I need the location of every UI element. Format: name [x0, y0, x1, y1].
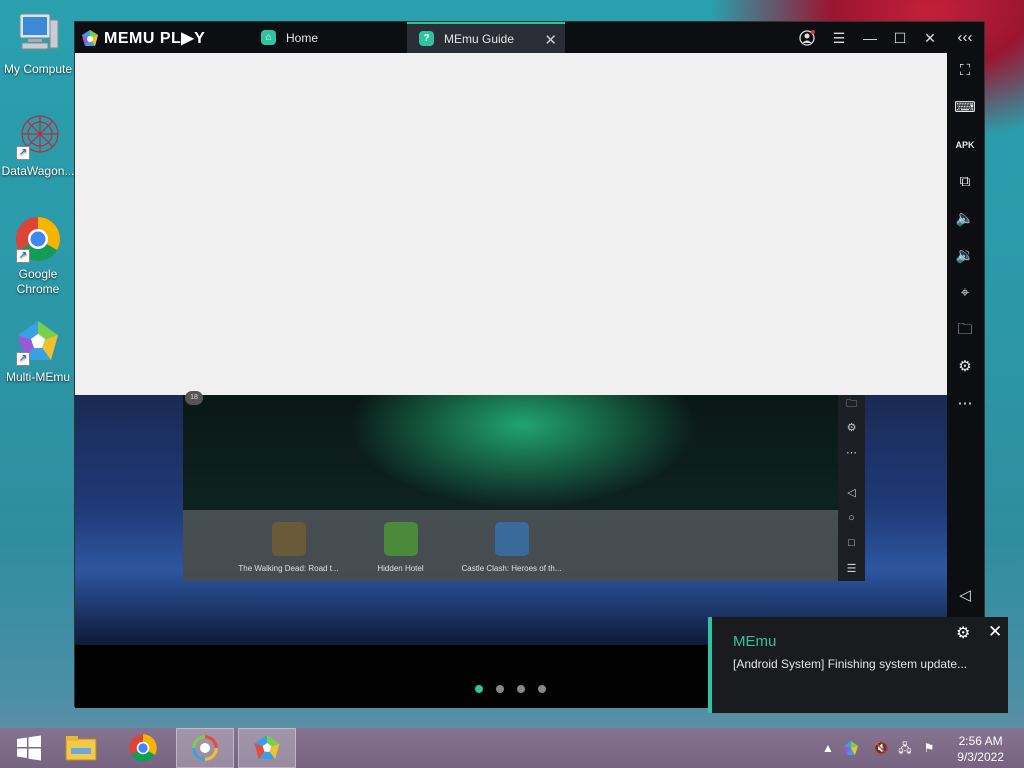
maximize-icon[interactable]: ☐	[890, 28, 910, 48]
notification-close-icon[interactable]: ✕	[988, 622, 1002, 642]
tab-home[interactable]: ⌂ Home	[249, 22, 407, 53]
tab-label: Home	[286, 30, 319, 45]
dock-app[interactable]: The Walking Dead: Road t...	[231, 522, 346, 573]
page-dot[interactable]	[496, 685, 504, 693]
castle-clash-icon	[494, 522, 529, 556]
minimize-icon[interactable]: —	[860, 28, 880, 48]
desktop-icon-label: Google Chrome	[16, 267, 60, 296]
nested-emulator-screen: 18 The Walking Dead: Road t... Hidden Ho…	[183, 391, 865, 581]
memu-logo[interactable]: MEMU PL▶Y	[81, 28, 205, 48]
menu-icon[interactable]: ☰	[829, 28, 849, 48]
notification-toast[interactable]: MEmu [Android System] Finishing system u…	[708, 617, 1008, 713]
memu-icon[interactable]	[238, 728, 296, 768]
desktop-icon-my-computer[interactable]: My Compute	[0, 10, 76, 77]
desktop-icon-label: DataWagon...	[1, 164, 75, 178]
volume-up-icon[interactable]: 🔈	[954, 208, 976, 230]
desktop-icon-label: My Compute	[3, 62, 73, 76]
computer-icon	[14, 10, 62, 58]
android-screen: 18 The Walking Dead: Road t... Hidden Ho…	[75, 391, 947, 645]
notification-title: MEmu	[733, 633, 777, 650]
clock-time: 2:56 AM	[958, 734, 1003, 748]
account-icon[interactable]	[797, 28, 817, 48]
fullscreen-icon[interactable]: ⛶	[954, 60, 976, 82]
desktop-icon-multi-memu[interactable]: ↗ Multi-MEmu	[0, 318, 76, 385]
page-dot[interactable]	[517, 685, 525, 693]
memu-window: MEMU PL▶Y ⌂ Home ? MEmu Guide ✕ ☰ — ☐ ✕ …	[74, 21, 985, 708]
back-icon[interactable]: ◁	[845, 486, 858, 499]
network-icon[interactable]: 🖧	[897, 740, 913, 756]
guide-tab-icon: ?	[419, 31, 434, 46]
apk-icon[interactable]: APK	[954, 134, 976, 156]
settings-icon[interactable]: ⚙	[954, 356, 976, 378]
windows-start-icon[interactable]	[0, 728, 58, 768]
chrome-icon: ↗	[14, 215, 62, 263]
memu-tray-icon[interactable]	[843, 740, 859, 756]
age-rating-badge: 18	[185, 391, 203, 405]
shortcut-arrow-icon: ↗	[16, 146, 30, 160]
walking-dead-icon	[271, 522, 306, 556]
home-tab-icon: ⌂	[261, 30, 276, 45]
multi-window-icon[interactable]: ⧉	[954, 171, 976, 193]
collapse-sidebar-icon[interactable]: ‹‹‹	[954, 27, 976, 49]
settings-icon[interactable]: ⚙	[845, 421, 858, 434]
page-dot-active[interactable]	[475, 685, 483, 693]
desktop-icon-datawagon[interactable]: ↗ DataWagon...	[0, 112, 76, 179]
nested-sidebar: 🗀 ⚙ ⋯ ◁ ○ □ ☰	[838, 395, 865, 581]
more-icon[interactable]: ⋯	[954, 393, 976, 415]
dock-app-label: The Walking Dead: Road t...	[238, 564, 339, 573]
clock-date: 9/3/2022	[957, 750, 1004, 764]
chrome-icon[interactable]	[114, 728, 172, 768]
clock[interactable]: 2:56 AM 9/3/2022	[957, 733, 1004, 765]
notification-message: [Android System] Finishing system update…	[733, 657, 968, 671]
more-icon[interactable]: ⋯	[845, 446, 858, 459]
brand-text: MEMU PL▶Y	[104, 30, 206, 47]
multi-memu-icon[interactable]	[176, 728, 234, 768]
shortcut-arrow-icon: ↗	[16, 352, 30, 366]
folder-icon[interactable]: 🗀	[954, 319, 976, 341]
home-icon[interactable]: ○	[845, 512, 858, 524]
keyboard-icon[interactable]: ⌨	[954, 97, 976, 119]
app-dock: The Walking Dead: Road t... Hidden Hotel…	[183, 510, 838, 581]
hidden-hotel-icon	[383, 522, 418, 556]
sidebar: ‹‹‹ ⛶ ⌨ APK ⧉ 🔈 🔉 ⌖ 🗀 ⚙ ⋯ ◁	[946, 22, 984, 706]
dock-app-label: Castle Clash: Heroes of th...	[461, 564, 562, 573]
tab-memu-guide[interactable]: ? MEmu Guide ✕	[407, 22, 565, 53]
dock-app[interactable]: Hidden Hotel	[343, 522, 458, 573]
action-center-icon[interactable]: ⚑	[921, 740, 937, 756]
dock-app-label: Hidden Hotel	[377, 564, 424, 573]
tab-label: MEmu Guide	[444, 31, 515, 46]
tab-close-icon[interactable]: ✕	[544, 31, 557, 49]
titlebar: MEMU PL▶Y ⌂ Home ? MEmu Guide ✕ ☰ — ☐ ✕	[75, 22, 984, 53]
back-icon[interactable]: ◁	[954, 585, 976, 607]
guide-panel	[75, 53, 947, 395]
page-dot[interactable]	[538, 685, 546, 693]
volume-down-icon[interactable]: 🔉	[954, 245, 976, 267]
folder-icon[interactable]: 🗀	[845, 395, 858, 414]
file-explorer-icon[interactable]	[52, 728, 110, 768]
show-hidden-icon[interactable]: ▲	[820, 740, 836, 756]
dock-app[interactable]: Castle Clash: Heroes of th...	[454, 522, 569, 573]
recents-icon[interactable]: □	[845, 537, 858, 549]
datawagon-icon: ↗	[14, 112, 62, 160]
multi-memu-icon: ↗	[14, 318, 62, 366]
desktop-icon-label: Multi-MEmu	[5, 370, 70, 384]
desktop-icon-google-chrome[interactable]: ↗ Google Chrome	[0, 215, 76, 297]
taskbar: ▲ 🔇 🖧 ⚑ 2:56 AM 9/3/2022	[0, 728, 1024, 768]
location-icon[interactable]: ⌖	[954, 282, 976, 304]
list-icon[interactable]: ☰	[845, 562, 858, 575]
shortcut-arrow-icon: ↗	[16, 249, 30, 263]
volume-muted-icon[interactable]: 🔇	[873, 740, 889, 756]
notification-settings-icon[interactable]: ⚙	[956, 623, 970, 643]
close-icon[interactable]: ✕	[920, 28, 940, 48]
memu-logo-icon	[82, 30, 98, 46]
